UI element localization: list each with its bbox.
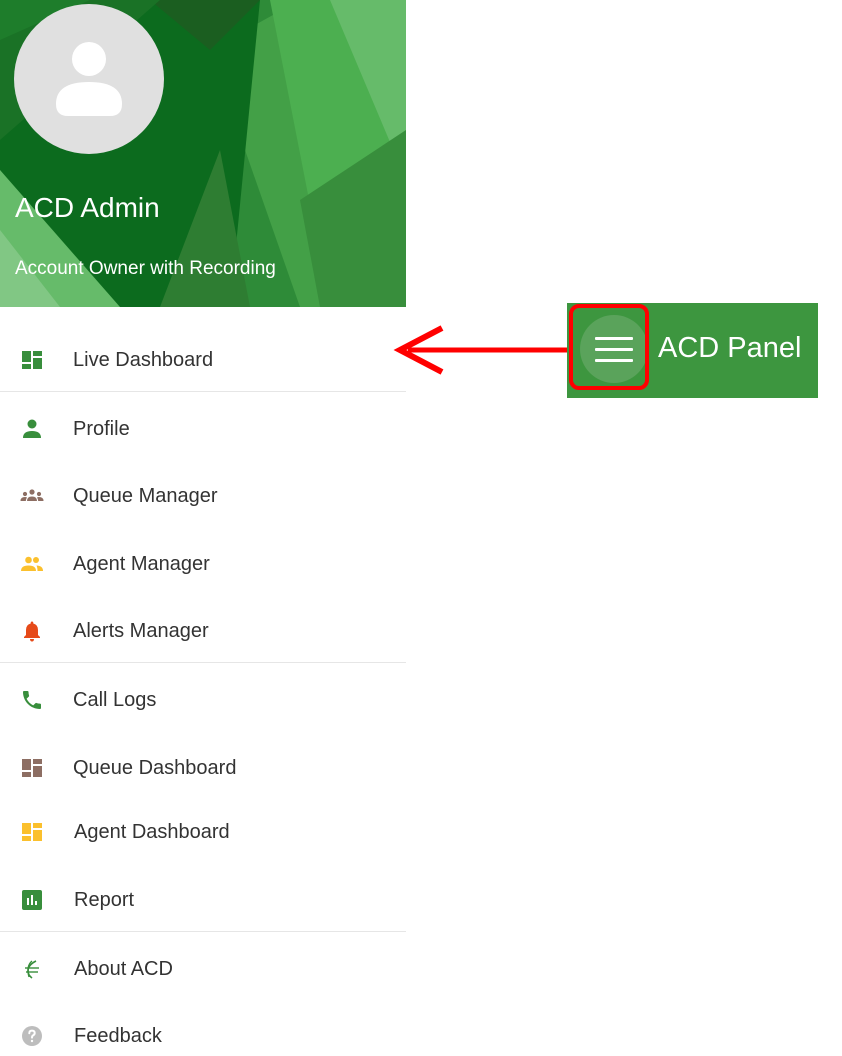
menu-item-report[interactable]: Report xyxy=(0,880,406,920)
acd-logo-icon xyxy=(25,960,39,979)
menu-item-label: Agent Dashboard xyxy=(74,821,230,843)
groups-icon xyxy=(20,489,44,501)
menu-item-live-dashboard[interactable]: Live Dashboard xyxy=(0,340,406,380)
menu-item-label: Report xyxy=(74,889,135,911)
dashboard-icon xyxy=(22,351,42,369)
user-role: Account Owner with Recording xyxy=(15,258,276,279)
person-icon xyxy=(23,419,41,438)
menu-item-label: Call Logs xyxy=(73,689,157,711)
avatar[interactable] xyxy=(14,4,164,154)
toolbar-title: ACD Panel xyxy=(658,332,802,364)
menu-item-label: Feedback xyxy=(74,1025,162,1047)
bar-chart-icon xyxy=(22,890,42,910)
menu-item-call-logs[interactable]: Call Logs xyxy=(0,680,406,720)
help-circle-icon xyxy=(22,1026,42,1046)
menu-item-queue-dashboard[interactable]: Queue Dashboard xyxy=(0,748,406,788)
menu-item-agent-manager[interactable]: Agent Manager xyxy=(0,544,406,584)
people-icon xyxy=(21,556,43,571)
dashboard-icon xyxy=(22,759,42,777)
drawer-header: ACD Admin Account Owner with Recording xyxy=(0,0,406,307)
navigation-drawer: ACD Admin Account Owner with Recording L… xyxy=(0,0,406,1056)
menu-item-agent-dashboard[interactable]: Agent Dashboard xyxy=(0,812,406,852)
annotation-arrow xyxy=(393,325,575,375)
divider xyxy=(0,391,406,392)
highlight-box xyxy=(569,304,649,390)
user-name: ACD Admin xyxy=(15,192,160,223)
menu-item-label: About ACD xyxy=(74,958,173,980)
menu-item-label: Live Dashboard xyxy=(73,349,214,371)
menu-item-about-acd[interactable]: About ACD xyxy=(0,949,406,989)
menu-item-label: Agent Manager xyxy=(73,553,210,575)
menu-item-alerts-manager[interactable]: Alerts Manager xyxy=(0,611,406,651)
divider xyxy=(0,931,406,932)
bell-icon xyxy=(24,621,40,642)
dashboard-icon xyxy=(22,823,42,841)
menu-item-label: Alerts Manager xyxy=(73,620,209,642)
phone-icon xyxy=(23,691,41,709)
person-icon xyxy=(56,42,122,116)
menu-item-label: Queue Dashboard xyxy=(73,757,237,779)
menu-item-label: Profile xyxy=(73,418,130,440)
divider xyxy=(0,662,406,663)
menu-item-label: Queue Manager xyxy=(73,485,218,507)
menu-item-feedback[interactable]: Feedback xyxy=(0,1016,406,1056)
menu-item-queue-manager[interactable]: Queue Manager xyxy=(0,476,406,516)
menu-item-profile[interactable]: Profile xyxy=(0,409,406,449)
